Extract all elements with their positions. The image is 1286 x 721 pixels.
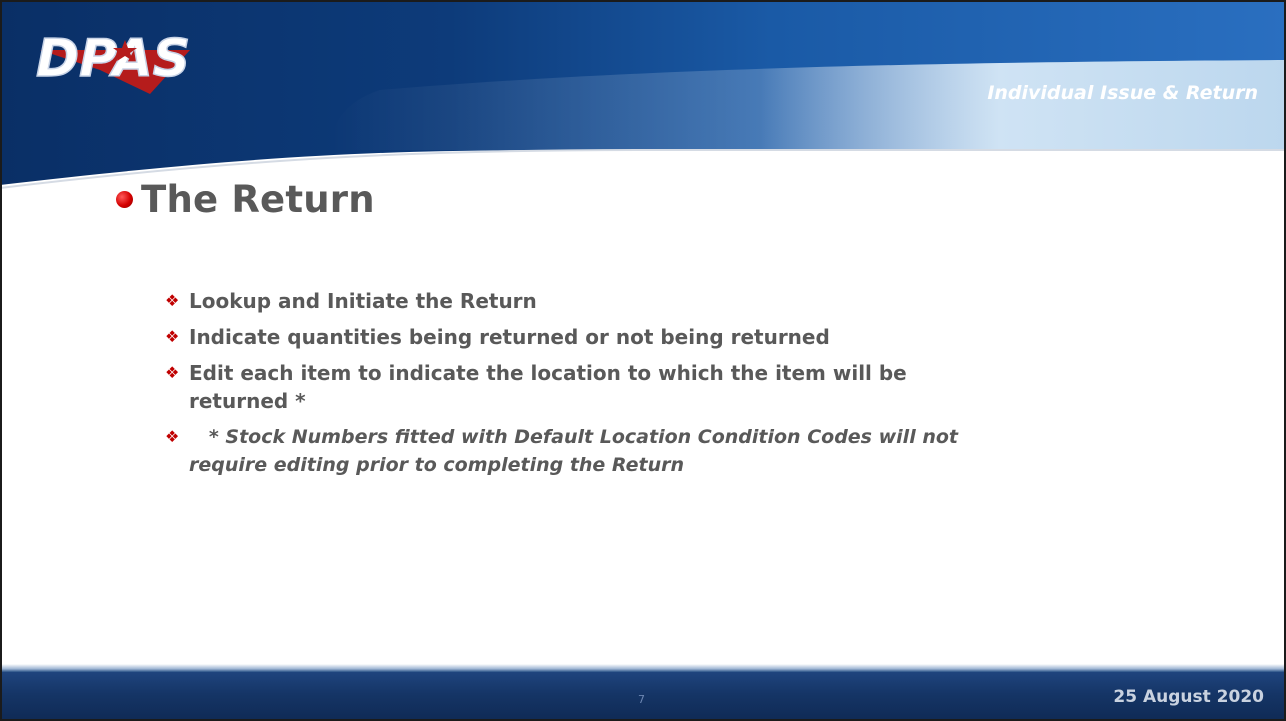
footer-date: 25 August 2020 xyxy=(1113,687,1264,707)
bullet-list: ❖ Lookup and Initiate the Return ❖ Indic… xyxy=(165,287,965,487)
diamond-bullet-icon: ❖ xyxy=(165,363,180,382)
bullet-note: ❖ * Stock Numbers fitted with Default Lo… xyxy=(165,423,965,479)
bullet-text: Lookup and Initiate the Return xyxy=(189,289,537,313)
slide-title: The Return xyxy=(141,178,375,221)
bullet-item: ❖ Indicate quantities being returned or … xyxy=(165,323,965,351)
bullet-text: Indicate quantities being returned or no… xyxy=(189,325,830,349)
red-dot-icon xyxy=(116,191,133,208)
page-number: 7 xyxy=(638,693,645,706)
bullet-item: ❖ Edit each item to indicate the locatio… xyxy=(165,359,965,415)
dpas-logo: DPAS xyxy=(35,28,191,94)
bullet-item: ❖ Lookup and Initiate the Return xyxy=(165,287,965,315)
footer-divider xyxy=(0,664,1286,672)
note-text: * Stock Numbers fitted with Default Loca… xyxy=(189,426,965,476)
diamond-bullet-icon: ❖ xyxy=(165,327,180,346)
title-row: The Return xyxy=(116,178,375,221)
slide: DPAS Individual Issue & Return The Retur… xyxy=(0,0,1286,721)
svg-text:DPAS: DPAS xyxy=(36,29,190,89)
diamond-bullet-icon: ❖ xyxy=(165,427,180,446)
header-subtitle: Individual Issue & Return xyxy=(987,82,1258,104)
bullet-text: Edit each item to indicate the location … xyxy=(189,361,907,413)
diamond-bullet-icon: ❖ xyxy=(165,291,180,310)
